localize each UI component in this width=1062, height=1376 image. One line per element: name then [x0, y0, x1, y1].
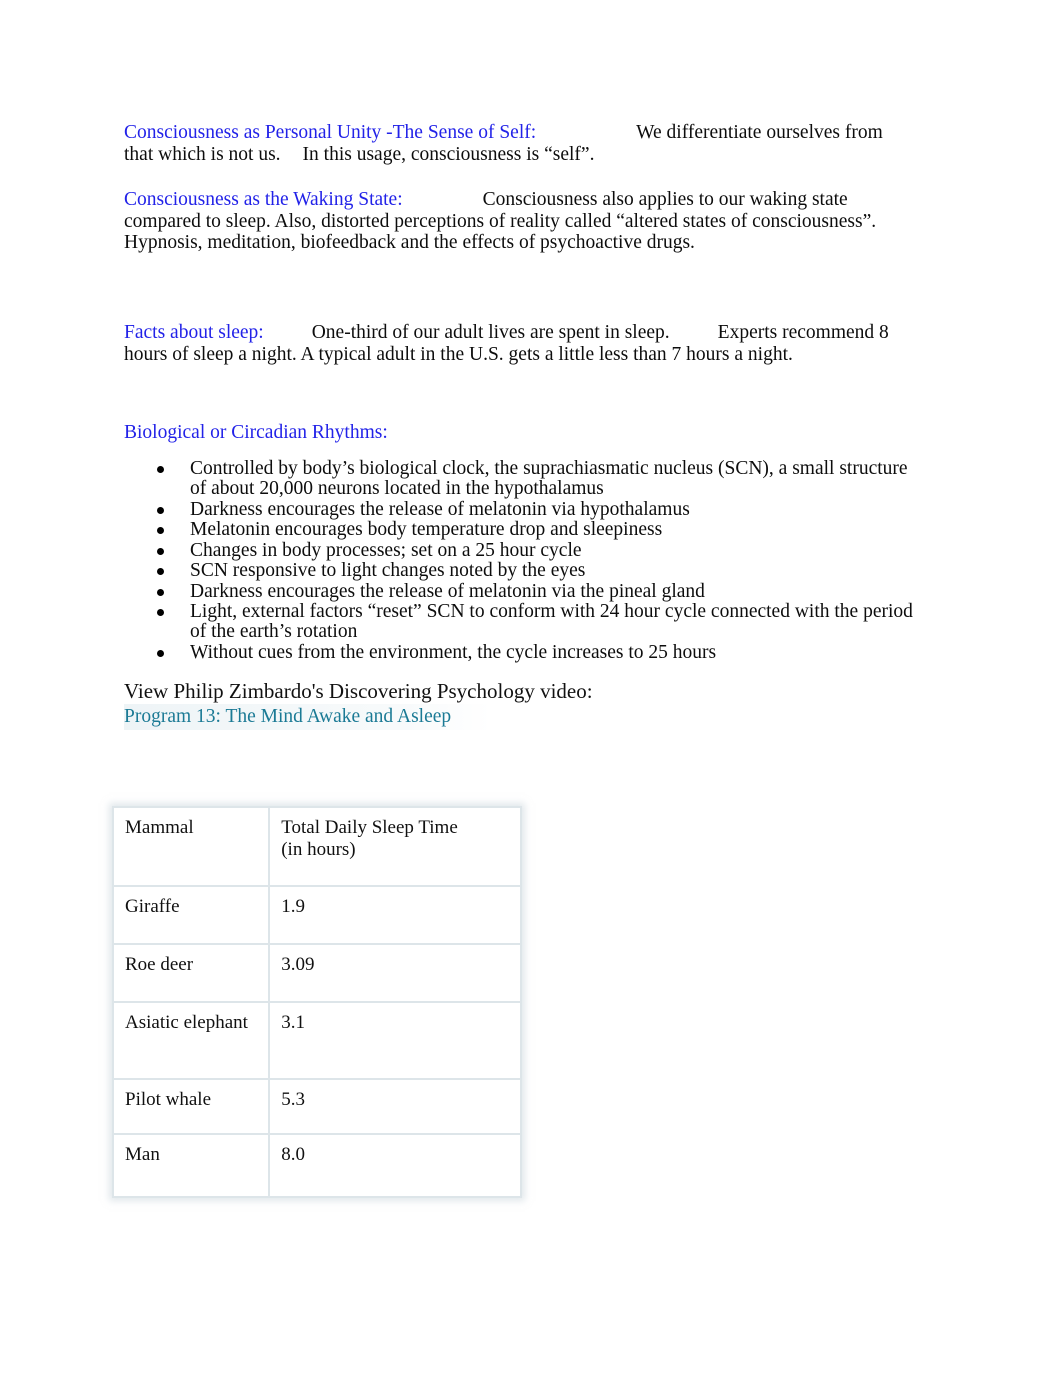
paragraph-waking-state: Consciousness as the Waking State: Consci…	[124, 189, 914, 254]
document-page: Consciousness as Personal Unity -The Sen…	[0, 0, 1062, 1376]
list-item: Controlled by body’s biological clock, t…	[124, 459, 914, 499]
table-header-row: Mammal Total Daily Sleep Time (in hours)	[111, 806, 522, 887]
list-item-label: Without cues from the environment, the c…	[190, 641, 717, 663]
list-item: Darkness encourages the release of melat…	[124, 580, 914, 602]
video-program-link[interactable]: Program 13: The Mind Awake and Asleep	[124, 704, 492, 730]
video-intro-text: View Philip Zimbardo's Discovering Psych…	[124, 679, 593, 703]
bullet-dot-icon	[157, 466, 164, 473]
heading-waking-state: Consciousness as the Waking State:	[124, 189, 403, 210]
list-item-label: Light, external factors “reset” SCN to c…	[190, 601, 913, 642]
column-header-sleep-time-line2: (in hours)	[281, 839, 356, 860]
table-row: Asiatic elephant 3.1	[111, 1001, 522, 1080]
bullet-dot-icon	[157, 527, 164, 534]
cell-hours: 8.0	[268, 1133, 522, 1198]
cell-mammal: Man	[111, 1133, 271, 1198]
heading-facts-about-sleep: Facts about sleep:	[124, 322, 264, 343]
list-item-label: Changes in body processes; set on a 25 h…	[190, 539, 582, 561]
list-item: Without cues from the environment, the c…	[124, 641, 914, 663]
cell-hours: 1.9	[268, 885, 522, 945]
mammal-sleep-table: Mammal Total Daily Sleep Time (in hours)…	[111, 806, 522, 1198]
list-item-label: Controlled by body’s biological clock, t…	[190, 458, 908, 499]
circadian-bullet-list: Controlled by body’s biological clock, t…	[124, 459, 914, 663]
cell-mammal: Giraffe	[111, 885, 271, 945]
list-item: Melatonin encourages body temperature dr…	[124, 520, 914, 540]
table-row: Roe deer 3.09	[111, 943, 522, 1003]
cell-hours: 3.09	[268, 943, 522, 1003]
list-item-label: Darkness encourages the release of melat…	[190, 580, 705, 602]
bullet-dot-icon	[157, 649, 164, 657]
paragraph-personal-unity: Consciousness as Personal Unity -The Sen…	[124, 122, 914, 165]
body-personal-unity-b: In this usage, consciousness is “self”.	[302, 143, 595, 165]
list-item-label: Darkness encourages the release of melat…	[190, 498, 690, 520]
column-header-sleep-time: Total Daily Sleep Time (in hours)	[268, 806, 522, 887]
bullet-dot-icon	[157, 609, 164, 616]
list-item: Changes in body processes; set on a 25 h…	[124, 539, 914, 561]
sleep-table-container: Mammal Total Daily Sleep Time (in hours)…	[111, 806, 522, 1198]
heading-personal-unity: Consciousness as Personal Unity -The Sen…	[124, 122, 537, 143]
list-item: Darkness encourages the release of melat…	[124, 498, 914, 520]
cell-mammal: Asiatic elephant	[111, 1001, 271, 1080]
list-item: Light, external factors “reset” SCN to c…	[124, 602, 914, 642]
list-item-label: SCN responsive to light changes noted by…	[190, 560, 586, 581]
heading-circadian-rhythms: Biological or Circadian Rhythms:	[124, 422, 388, 443]
list-item-label: Melatonin encourages body temperature dr…	[190, 519, 663, 540]
bullet-dot-icon	[157, 588, 164, 596]
paragraph-facts-about-sleep: Facts about sleep: One-third of our adult…	[124, 322, 924, 365]
column-header-sleep-time-line1: Total Daily Sleep Time	[281, 817, 458, 838]
bullet-dot-icon	[157, 547, 164, 555]
cell-hours: 3.1	[268, 1001, 522, 1080]
table-row: Pilot whale 5.3	[111, 1078, 522, 1135]
bullet-dot-icon	[157, 506, 164, 514]
cell-hours: 5.3	[268, 1078, 522, 1135]
table-row: Man 8.0	[111, 1133, 522, 1198]
cell-mammal: Pilot whale	[111, 1078, 271, 1135]
table-row: Giraffe 1.9	[111, 885, 522, 945]
cell-mammal: Roe deer	[111, 943, 271, 1003]
bullet-dot-icon	[157, 568, 164, 575]
body-facts-a: One-third of our adult lives are spent i…	[311, 322, 670, 343]
column-header-mammal: Mammal	[111, 806, 271, 887]
list-item: SCN responsive to light changes noted by…	[124, 561, 914, 581]
